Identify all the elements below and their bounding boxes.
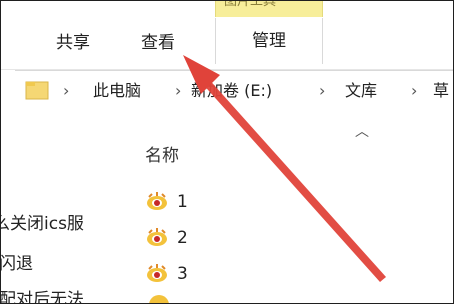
nav-item[interactable]: 么关闭ics服 [1, 209, 84, 234]
chevron-right-icon[interactable]: › [63, 81, 69, 101]
ribbon: 共享 查看 图片工具 管理 [1, 1, 453, 70]
navigation-pane: 么关闭ics服 闪退 配对后无法 [1, 111, 119, 303]
chevron-right-icon[interactable]: › [175, 81, 181, 101]
image-file-icon [147, 192, 167, 210]
context-tab-header: 图片工具 [215, 1, 323, 17]
image-file-icon [149, 295, 169, 303]
chevron-right-icon[interactable]: › [319, 81, 325, 101]
breadcrumb-this-pc[interactable]: 此电脑 [93, 81, 141, 101]
breadcrumb-wenku[interactable]: 文库 [345, 81, 377, 101]
nav-item[interactable]: 闪退 [1, 249, 33, 274]
folder-icon [25, 81, 49, 100]
file-list: ︿ 名称 1 2 3 [119, 111, 453, 303]
list-item[interactable]: 1 [145, 189, 188, 215]
file-name: 2 [177, 228, 188, 248]
list-item[interactable]: 3 [145, 261, 188, 287]
context-tab-label: 图片工具 [224, 0, 277, 9]
file-name: 3 [177, 264, 188, 284]
tab-manage[interactable]: 管理 [215, 18, 323, 64]
tab-view[interactable]: 查看 [123, 26, 193, 60]
sort-up-icon[interactable]: ︿ [355, 121, 369, 141]
image-file-icon [147, 228, 167, 246]
list-item[interactable]: 2 [145, 225, 188, 251]
address-bar[interactable]: › 此电脑 › 新加卷 (E:) › 文库 › 草 [15, 70, 453, 112]
breadcrumb-volume-e[interactable]: 新加卷 (E:) [191, 81, 272, 101]
nav-item[interactable]: 配对后无法 [1, 285, 84, 303]
tab-share[interactable]: 共享 [38, 26, 108, 60]
file-name: 1 [177, 192, 188, 212]
explorer-window: 共享 查看 图片工具 管理 › 此电脑 › 新加卷 (E:) › 文库 › 草 … [0, 0, 454, 304]
breadcrumb-cao[interactable]: 草 [433, 81, 449, 101]
image-file-icon [147, 264, 167, 282]
chevron-right-icon[interactable]: › [411, 81, 417, 101]
column-header-name[interactable]: 名称 [145, 141, 179, 166]
